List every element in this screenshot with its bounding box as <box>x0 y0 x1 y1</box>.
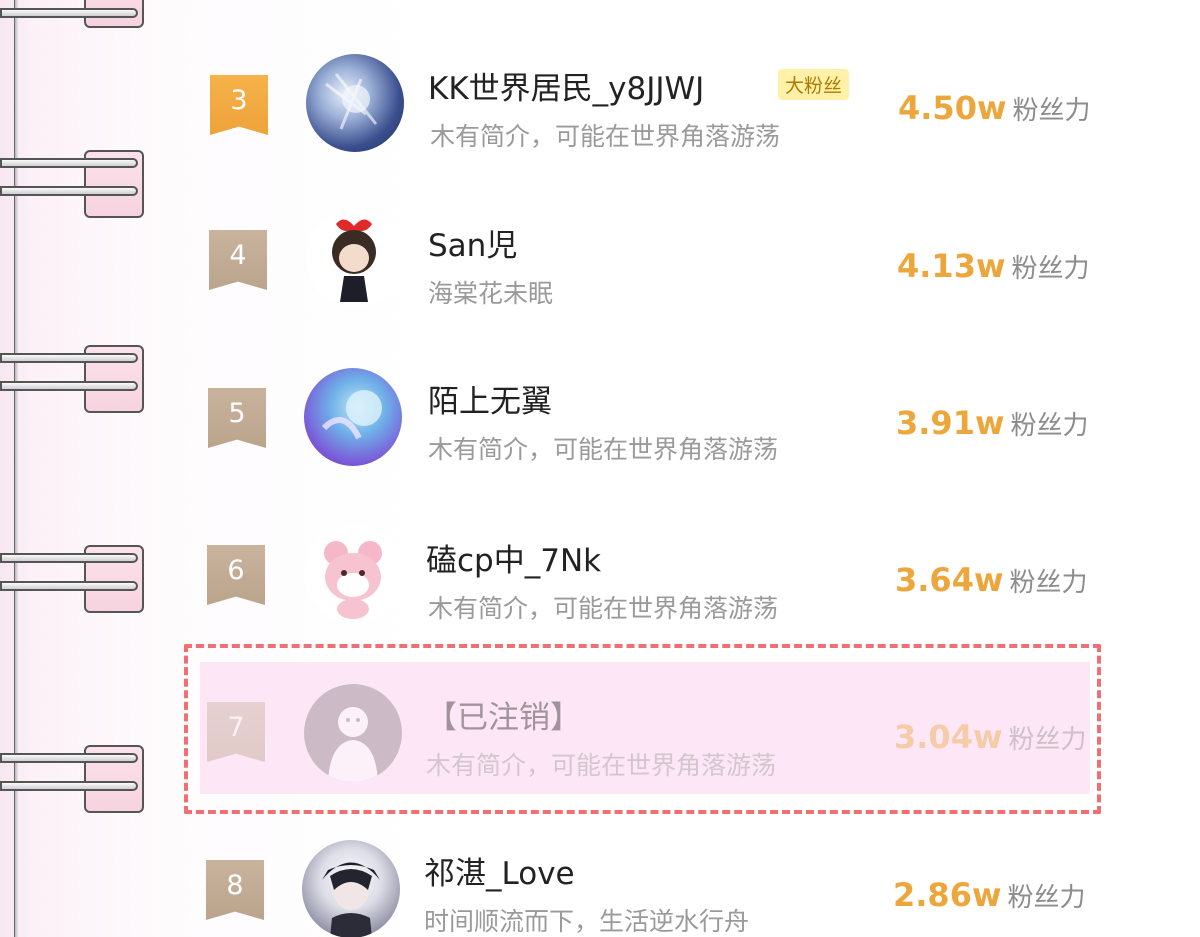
list-item-deleted[interactable]: 7 【已注销】 木有简介，可能在世界角落游荡 3.04w 粉丝力 <box>0 672 1200 792</box>
user-name[interactable]: 磕cp中_7Nk <box>426 535 601 580</box>
list-item[interactable]: 3 KK世界居民_y8JJWJ 大粉丝 木有简介，可能在世界角落游荡 4.50w… <box>0 45 1200 165</box>
rank-badge: 4 <box>209 230 267 290</box>
score-value: 4.13w <box>897 247 1006 285</box>
user-bio: 木有简介，可能在世界角落游荡 <box>428 435 779 464</box>
list-item[interactable]: 6 磕cp中_7Nk 木有简介，可能在世界角落游荡 3.64w 粉丝力 <box>0 515 1200 635</box>
fan-power-score: 4.13w 粉丝力 <box>897 247 1090 285</box>
user-bio: 时间顺流而下，生活逆水行舟 <box>424 907 750 936</box>
user-name[interactable]: 陌上无翼 <box>428 376 552 421</box>
score-unit: 粉丝力 <box>1010 411 1089 441</box>
score-value: 3.04w <box>894 718 1003 756</box>
score-value: 2.86w <box>893 876 1002 914</box>
rank-badge: 6 <box>207 545 265 605</box>
rank-badge: 8 <box>206 860 264 920</box>
user-bio: 木有简介，可能在世界角落游荡 <box>430 122 781 151</box>
fan-power-score: 3.64w 粉丝力 <box>895 561 1088 599</box>
fan-power-score: 4.50w 粉丝力 <box>898 89 1091 127</box>
list-item[interactable]: 5 陌上无翼 木有简介，可能在世界角落游荡 3.91w 粉丝力 <box>0 358 1200 478</box>
fan-power-score: 2.86w 粉丝力 <box>893 876 1086 914</box>
score-unit: 粉丝力 <box>1012 96 1091 126</box>
avatar[interactable] <box>304 368 402 466</box>
score-unit: 粉丝力 <box>1009 568 1088 598</box>
list-item[interactable]: 8 祁湛_Love 时间顺流而下，生活逆水行舟 2.86w 粉丝力 <box>0 830 1200 937</box>
score-unit: 粉丝力 <box>1011 254 1090 284</box>
avatar[interactable] <box>306 54 404 152</box>
score-value: 3.91w <box>896 404 1005 442</box>
user-name[interactable]: San児 <box>428 220 517 265</box>
score-unit: 粉丝力 <box>1008 725 1087 755</box>
avatar[interactable] <box>304 525 402 623</box>
user-name[interactable]: KK世界居民_y8JJWJ <box>428 63 704 108</box>
user-bio: 木有简介，可能在世界角落游荡 <box>426 751 777 780</box>
score-value: 4.50w <box>898 89 1007 127</box>
fan-power-score: 3.04w 粉丝力 <box>894 718 1087 756</box>
fan-ranking-list: 3 KK世界居民_y8JJWJ 大粉丝 木有简介，可能在世界角落游荡 4.50w… <box>0 0 1200 937</box>
user-name[interactable]: 【已注销】 <box>426 692 581 737</box>
list-item[interactable]: 4 San児 海棠花未眠 4.13w 粉丝力 <box>0 200 1200 320</box>
big-fan-badge: 大粉丝 <box>778 69 850 100</box>
score-value: 3.64w <box>895 561 1004 599</box>
rank-badge: 7 <box>207 702 265 762</box>
fan-power-score: 3.91w 粉丝力 <box>896 404 1089 442</box>
user-bio: 海棠花未眠 <box>428 279 554 308</box>
default-avatar-icon[interactable] <box>304 684 402 782</box>
user-name[interactable]: 祁湛_Love <box>424 848 575 893</box>
user-bio: 木有简介，可能在世界角落游荡 <box>428 594 779 623</box>
avatar[interactable] <box>302 840 400 937</box>
avatar[interactable] <box>306 210 404 308</box>
rank-badge: 3 <box>210 75 268 135</box>
score-unit: 粉丝力 <box>1007 883 1086 913</box>
rank-badge: 5 <box>208 388 266 448</box>
